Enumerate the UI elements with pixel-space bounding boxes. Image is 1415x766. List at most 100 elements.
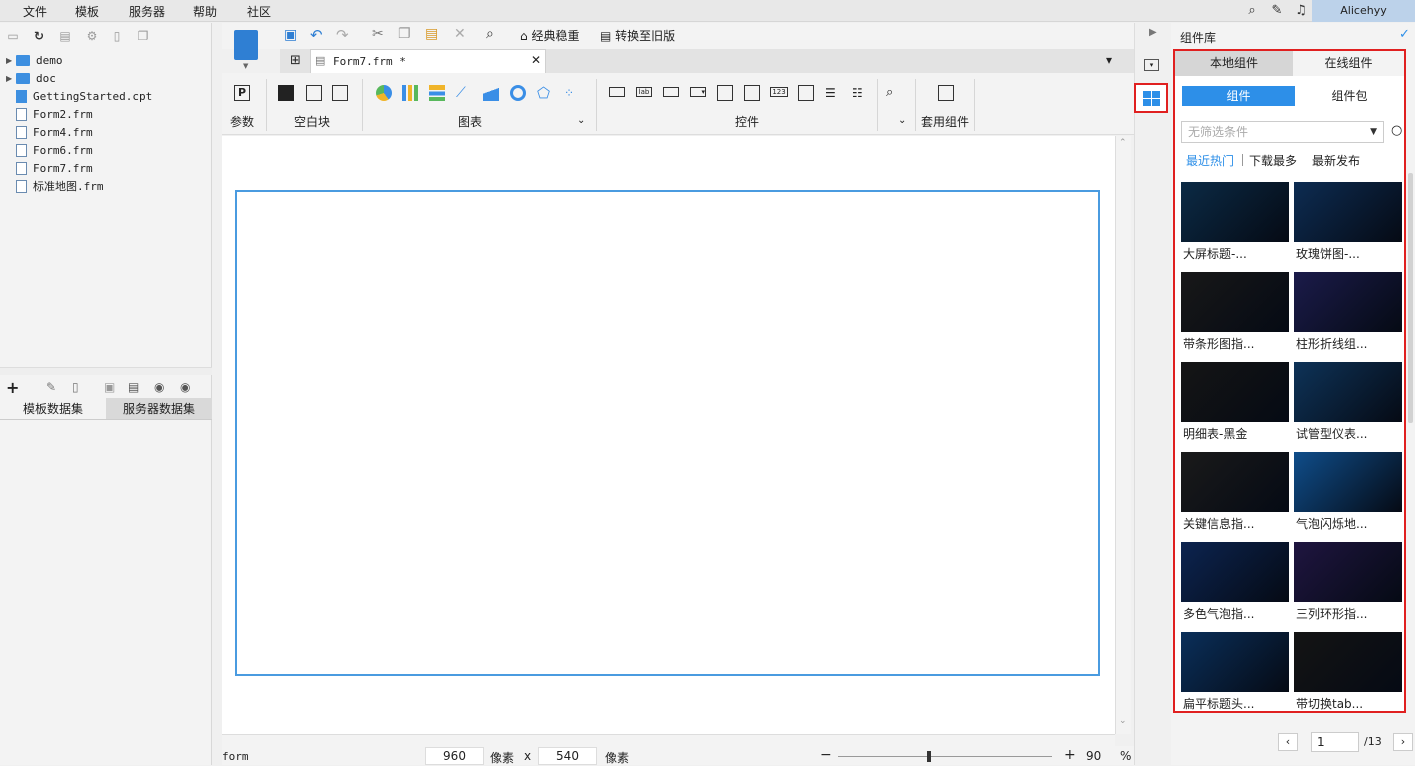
date-widget-icon[interactable]: [717, 85, 733, 101]
bell-icon[interactable]: ♫: [1294, 4, 1308, 18]
new-folder-icon[interactable]: ▭: [6, 29, 20, 43]
search-icon[interactable]: ⌕: [1245, 4, 1259, 18]
widget-library-button[interactable]: [1134, 83, 1168, 113]
bar-chart-icon[interactable]: [402, 85, 418, 101]
chevron-down-icon[interactable]: ⌄: [898, 115, 906, 126]
dropdown-widget-icon[interactable]: ▾: [690, 87, 706, 97]
preview-icon[interactable]: ⌕: [486, 26, 494, 42]
height-input[interactable]: 540: [538, 747, 597, 765]
form-designer-icon[interactable]: [234, 30, 258, 60]
tree-item-file[interactable]: GettingStarted.cpt: [6, 88, 152, 104]
tab-form7[interactable]: ▤ Form7.frm * ✕: [310, 49, 546, 73]
tab-server-dataset[interactable]: 服务器数据集: [106, 398, 212, 419]
button-widget-icon[interactable]: [663, 87, 679, 97]
widget-thumbnail[interactable]: [1181, 632, 1289, 692]
zoom-slider-handle[interactable]: [927, 751, 931, 762]
tab-online-widgets[interactable]: 在线组件: [1293, 51, 1404, 76]
prev-page-button[interactable]: ‹: [1278, 733, 1298, 751]
textarea-widget-icon[interactable]: [798, 85, 814, 101]
form-body[interactable]: [235, 190, 1100, 676]
line-chart-icon[interactable]: ⟋: [456, 85, 472, 101]
widget-thumbnail[interactable]: [1181, 272, 1289, 332]
edit-icon[interactable]: ✓: [1399, 27, 1410, 42]
tab-menu-icon[interactable]: ▾: [1106, 53, 1112, 67]
panel-splitter[interactable]: [0, 367, 212, 375]
page-input[interactable]: 1: [1311, 732, 1359, 752]
calendar-widget-icon[interactable]: [744, 85, 760, 101]
gauge-chart-icon[interactable]: [510, 85, 526, 101]
area-chart-icon[interactable]: [483, 85, 499, 101]
horizontal-scrollbar[interactable]: [222, 734, 1115, 746]
tree-item-file[interactable]: Form7.frm: [6, 160, 93, 176]
template-widget-icon[interactable]: [938, 85, 954, 101]
pie-chart-icon[interactable]: [376, 85, 392, 101]
delete-icon[interactable]: ▯: [110, 29, 124, 43]
properties-icon[interactable]: ▾: [1144, 59, 1159, 71]
filter-dropdown[interactable]: 无筛选条件 ▼: [1181, 121, 1384, 143]
collapse-right-icon[interactable]: ▶: [1149, 27, 1157, 38]
split-layout-icon[interactable]: [306, 85, 322, 101]
tree-item-demo[interactable]: ▶ demo: [6, 52, 63, 68]
grid-icon[interactable]: ⊞: [290, 53, 301, 68]
widget-thumbnail[interactable]: [1294, 362, 1402, 422]
sort-most-downloaded[interactable]: 下载最多: [1249, 152, 1297, 169]
menu-community[interactable]: 社区: [247, 3, 271, 20]
text-widget-icon[interactable]: lab: [636, 87, 652, 97]
width-input[interactable]: 960: [425, 747, 484, 765]
preview-icon[interactable]: ▣: [104, 380, 115, 394]
tree-item-doc[interactable]: ▶ doc: [6, 70, 56, 86]
classic-theme-button[interactable]: ⌂ 经典稳重: [520, 27, 579, 44]
widget-thumbnail[interactable]: [1181, 362, 1289, 422]
next-page-button[interactable]: ›: [1393, 733, 1413, 751]
number-widget-icon[interactable]: 123: [770, 87, 788, 97]
add-icon[interactable]: +: [6, 378, 19, 397]
database-icon[interactable]: ◉: [154, 380, 164, 394]
notes-icon[interactable]: ✎: [1270, 4, 1284, 18]
menu-template[interactable]: 模板: [75, 3, 99, 20]
zoom-value[interactable]: 90: [1086, 749, 1101, 763]
clear-icon[interactable]: ✕: [454, 26, 466, 42]
widget-thumbnail[interactable]: [1294, 452, 1402, 512]
menu-server[interactable]: 服务器: [129, 3, 165, 20]
refresh-icon[interactable]: ↻: [32, 29, 46, 43]
sql-icon[interactable]: ▤: [128, 380, 139, 394]
tab-template-dataset[interactable]: 模板数据集: [0, 398, 106, 419]
settings-icon[interactable]: ⚙: [85, 29, 99, 43]
checkbox-group-icon[interactable]: ☷: [852, 85, 868, 101]
tree-item-file[interactable]: 标准地图.frm: [6, 178, 104, 194]
grid-layout-icon[interactable]: [332, 85, 348, 101]
widget-thumbnail[interactable]: [1294, 272, 1402, 332]
chevron-down-icon[interactable]: ⌄: [1119, 716, 1127, 726]
zoom-slider[interactable]: [838, 756, 1052, 757]
radio-group-icon[interactable]: ☰: [825, 85, 841, 101]
tab-local-widgets[interactable]: 本地组件: [1175, 51, 1293, 76]
convert-old-button[interactable]: ▤ 转换至旧版: [600, 27, 675, 44]
redo-icon[interactable]: ↷: [336, 26, 349, 44]
sort-newest[interactable]: 最新发布: [1312, 152, 1360, 169]
widget-thumbnail[interactable]: [1181, 182, 1289, 242]
chevron-down-icon[interactable]: ⌄: [577, 115, 585, 126]
menu-file[interactable]: 文件: [23, 3, 47, 20]
radar-chart-icon[interactable]: ⬠: [537, 85, 553, 101]
delete-icon[interactable]: ▯: [72, 380, 79, 394]
menu-help[interactable]: 帮助: [193, 3, 217, 20]
database-settings-icon[interactable]: ◉: [180, 380, 190, 394]
zoom-in-icon[interactable]: +: [1064, 747, 1076, 763]
close-icon[interactable]: ✕: [531, 53, 541, 67]
undo-icon[interactable]: ↶: [310, 26, 323, 44]
expand-icon[interactable]: ▶: [6, 56, 16, 65]
absolute-layout-icon[interactable]: [278, 85, 294, 101]
subtab-widgets[interactable]: 组件: [1182, 86, 1295, 106]
scatter-chart-icon[interactable]: ⁘: [564, 85, 580, 101]
horizontal-bar-icon[interactable]: [429, 85, 445, 101]
edit-icon[interactable]: ✎: [46, 380, 56, 394]
search-widget-icon[interactable]: ⌕: [886, 85, 902, 101]
scrollbar-thumb[interactable]: [1408, 173, 1413, 423]
vertical-scrollbar[interactable]: ⌃ ⌄: [1115, 136, 1131, 734]
tree-item-file[interactable]: Form4.frm: [6, 124, 93, 140]
paste-icon[interactable]: ▤: [425, 26, 438, 42]
label-widget-icon[interactable]: [609, 87, 625, 97]
expand-icon[interactable]: ▶: [6, 74, 16, 83]
cut-icon[interactable]: ✂: [372, 26, 384, 42]
widget-thumbnail[interactable]: [1294, 182, 1402, 242]
